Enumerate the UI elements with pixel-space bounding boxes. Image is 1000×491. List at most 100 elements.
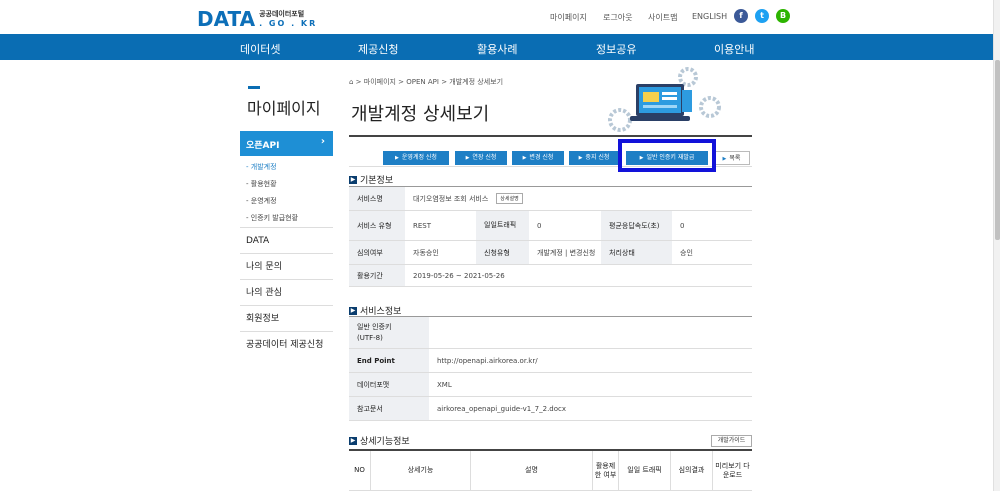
apply-type: 개발계정 | 변경신청 <box>537 248 596 257</box>
table-row: 서비스명 대기오염정보 조회 서비스 상세설명 <box>349 187 752 211</box>
gnb-info-share[interactable]: 정보공유 <box>596 41 636 57</box>
lnb-sub-operate-account[interactable]: - 운영계정 <box>240 193 333 210</box>
util-link-english[interactable]: ENGLISH <box>692 12 727 21</box>
table-row: 심의여부 자동승인 신청유형 개발계정 | 변경신청 처리상태 승인 <box>349 241 752 265</box>
facebook-icon[interactable]: f <box>734 9 748 23</box>
scroll-thumb[interactable] <box>995 60 1000 240</box>
data-format-value: XML <box>437 380 452 389</box>
table-row: 데이터포맷 XML <box>349 373 752 397</box>
arrow-right-icon: ▶ <box>578 155 583 161</box>
detail-function-title-text: 상세기능정보 <box>360 437 410 447</box>
detail-function-table: NO 상세기능 설명 활용제한 여부 일일 트래픽 심의결과 미리보기 다운로드 <box>349 449 752 491</box>
col-limit: 활용제한 여부 <box>593 451 619 491</box>
lnb-item-my-inquiry[interactable]: 나의 문의 <box>240 254 333 280</box>
logo-line2: . GO . KR <box>259 18 318 28</box>
col-description: 설명 <box>471 451 593 491</box>
stop-button[interactable]: ▶ 중지 신청 <box>569 151 619 165</box>
detail-function-title: ▶ 상세기능정보 <box>349 434 410 447</box>
col-function: 상세기능 <box>371 451 471 491</box>
highlight-box <box>618 139 716 172</box>
endpoint-value[interactable]: http://openapi.airkorea.or.kr/ <box>429 349 752 372</box>
table-row: 서비스 유형 REST 일일트래픽 0 평균응답속도(초) 0 <box>349 211 752 241</box>
service-type: REST <box>413 221 432 230</box>
util-link-mypage[interactable]: 마이페이지 <box>550 12 587 23</box>
extend-button[interactable]: ▶ 연장 신청 <box>455 151 507 165</box>
status-label: 처리상태 <box>601 241 672 264</box>
avg-response: 0 <box>680 221 685 230</box>
side-navigation: 오픈API › - 개발계정 - 활용현황 - 운영계정 - 인증키 발급현황 … <box>240 131 333 358</box>
main-navigation: 데이터셋 제공신청 활용사례 정보공유 이용안내 <box>0 34 993 60</box>
list-label: 목록 <box>729 155 741 162</box>
data-format-label: 데이터포맷 <box>349 373 429 396</box>
avg-response-label: 평균응답속도(초) <box>601 211 672 240</box>
lnb-item-openapi-label: 오픈API <box>246 141 280 151</box>
lnb-sub-key-status[interactable]: - 인증키 발급현황 <box>240 210 333 227</box>
service-name-cell: 대기오염정보 조회 서비스 상세설명 <box>405 187 752 210</box>
util-link-logout[interactable]: 로그아웃 <box>603 12 632 23</box>
endpoint-label: End Point <box>349 349 429 372</box>
page-scrollbar[interactable] <box>993 0 1000 491</box>
lnb-item-data[interactable]: DATA <box>240 228 333 254</box>
service-name: 대기오염정보 조회 서비스 <box>413 194 489 203</box>
util-link-sitemap[interactable]: 사이트맵 <box>648 12 677 23</box>
list-button[interactable]: ▶ 목록 <box>713 151 750 165</box>
arrow-right-icon: ▶ <box>722 156 727 162</box>
lnb-title-accent <box>248 86 260 89</box>
auth-key-label: 일반 인증키 (UTF-8) <box>349 317 429 348</box>
lnb-item-provide-request[interactable]: 공공데이터 제공신청 <box>240 332 333 358</box>
col-review-result: 심의결과 <box>671 451 713 491</box>
status-value: 승인 <box>680 248 693 257</box>
logo-sub-text: 공공데이터포털 . GO . KR <box>259 9 318 28</box>
developer-illustration <box>608 67 721 132</box>
lnb-item-openapi[interactable]: 오픈API › <box>240 131 333 156</box>
review-label: 심의여부 <box>349 241 405 264</box>
gnb-dataset[interactable]: 데이터셋 <box>240 41 280 57</box>
table-row: End Point http://openapi.airkorea.or.kr/ <box>349 349 752 373</box>
page-title: 개발계정 상세보기 <box>351 104 490 125</box>
review-value: 자동승인 <box>413 248 439 257</box>
service-name-label: 서비스명 <box>349 187 405 210</box>
reference-doc-label: 참고문서 <box>349 397 429 420</box>
daily-traffic: 0 <box>537 221 542 230</box>
change-button[interactable]: ▶ 변경 신청 <box>512 151 564 165</box>
arrow-right-icon: ▶ <box>349 306 357 315</box>
gnb-provide-request[interactable]: 제공신청 <box>358 41 398 57</box>
reference-doc-link[interactable]: airkorea_openapi_guide-v1_7_2.docx <box>429 397 752 420</box>
table-row: 참고문서 airkorea_openapi_guide-v1_7_2.docx <box>349 397 752 421</box>
daily-traffic-label: 일일트래픽 <box>476 211 529 240</box>
lnb-title: 마이페이지 <box>247 99 321 118</box>
chevron-right-icon: › <box>320 136 325 147</box>
col-preview-download: 미리보기 다운로드 <box>713 451 752 491</box>
lnb-item-member-info[interactable]: 회원정보 <box>240 306 333 332</box>
table-row: 일반 인증키 (UTF-8) <box>349 317 752 349</box>
lnb-item-my-interest[interactable]: 나의 관심 <box>240 280 333 306</box>
operate-account-button[interactable]: ▶ 운영계정 신청 <box>383 151 449 165</box>
logo-main-text: DATA <box>197 7 256 31</box>
basic-info-title-text: 기본정보 <box>360 176 394 186</box>
arrow-right-icon: ▶ <box>395 155 399 161</box>
apply-type-label: 신청유형 <box>476 241 529 264</box>
gnb-use-cases[interactable]: 활용사례 <box>477 41 517 57</box>
detail-description-button[interactable]: 상세설명 <box>496 193 523 204</box>
logo-line1: 공공데이터포털 <box>259 9 305 18</box>
operate-account-label: 운영계정 신청 <box>401 154 437 161</box>
stop-label: 중지 신청 <box>585 154 610 161</box>
gnb-guide[interactable]: 이용안내 <box>714 41 754 57</box>
breadcrumb: ⌂ > 마이페이지 > OPEN API > 개발계정 상세보기 <box>349 78 504 86</box>
period-label: 활용기간 <box>349 265 405 286</box>
extend-label: 연장 신청 <box>472 154 497 161</box>
arrow-right-icon: ▶ <box>349 436 357 445</box>
lnb-sub-dev-account[interactable]: - 개발계정 <box>240 159 333 176</box>
basic-info-table: 서비스명 대기오염정보 조회 서비스 상세설명 서비스 유형 REST 일일트래… <box>349 186 752 287</box>
top-header: DATA 공공데이터포털 . GO . KR 마이페이지 로그아웃 사이트맵 E… <box>0 0 993 34</box>
twitter-icon[interactable]: t <box>755 9 769 23</box>
period-value: 2019-05-26 ~ 2021-05-26 <box>413 271 505 280</box>
site-logo[interactable]: DATA 공공데이터포털 . GO . KR <box>197 7 317 31</box>
lnb-sub-usage[interactable]: - 활용현황 <box>240 176 333 193</box>
arrow-right-icon: ▶ <box>349 175 357 184</box>
service-type-label: 서비스 유형 <box>349 211 405 240</box>
basic-info-title: ▶ 기본정보 <box>349 173 393 186</box>
dev-guide-button[interactable]: 개발가이드 <box>711 435 752 447</box>
blog-icon[interactable]: B <box>776 9 790 23</box>
change-label: 변경 신청 <box>529 154 554 161</box>
